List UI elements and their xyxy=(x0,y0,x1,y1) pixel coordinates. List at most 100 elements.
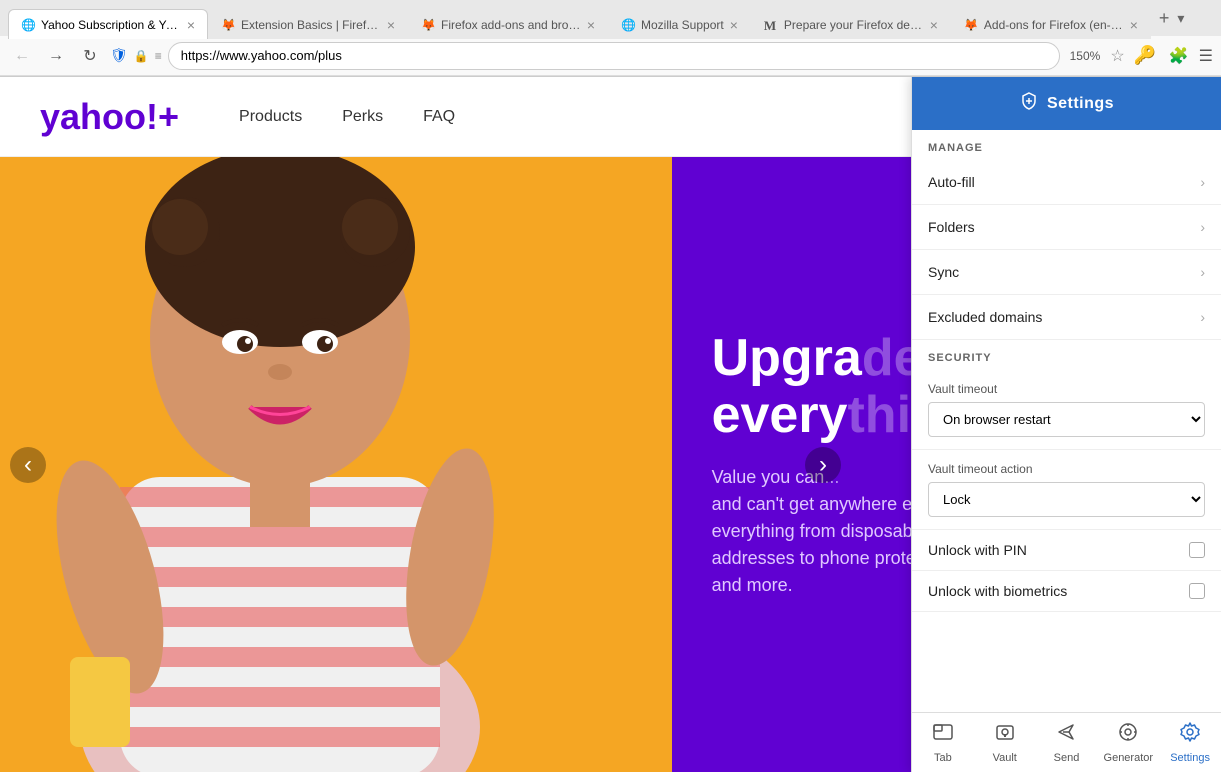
bottom-nav-send-label: Send xyxy=(1054,752,1080,764)
reader-icon: ≡ xyxy=(155,49,162,63)
tab-6-label: Add-ons for Firefox (en-GB) xyxy=(984,18,1124,32)
folders-label: Folders xyxy=(928,219,1200,235)
address-bar: ← → ↻ 🛡 🔒 ≡ 150% ☆ 🔑 🧩 ☰ xyxy=(0,36,1221,76)
nav-faq[interactable]: FAQ xyxy=(423,108,455,126)
lock-icon: 🔒 xyxy=(134,49,149,63)
excluded-domains-item[interactable]: Excluded domains › xyxy=(912,295,1221,340)
tab-3-close[interactable]: × xyxy=(587,17,595,33)
tab-2[interactable]: 🦊 Extension Basics | Firefox Ex... × xyxy=(208,9,408,39)
tab-4-close[interactable]: × xyxy=(730,17,738,33)
browser-chrome: 🌐 Yahoo Subscription & Yaho... × 🦊 Exten… xyxy=(0,0,1221,77)
tab-icon xyxy=(932,721,954,749)
hero-person-image xyxy=(0,157,672,772)
yahoo-logo: yahoo!+ xyxy=(40,96,179,138)
tab-4[interactable]: 🌐 Mozilla Support × xyxy=(608,9,751,39)
unlock-pin-item: Unlock with PIN xyxy=(912,530,1221,571)
tab-5-close[interactable]: × xyxy=(930,17,938,33)
security-shield-icon: 🛡 xyxy=(110,47,128,64)
bottom-nav-generator[interactable]: Generator xyxy=(1097,713,1159,772)
tab-1[interactable]: 🌐 Yahoo Subscription & Yaho... × xyxy=(8,9,208,39)
vault-icon xyxy=(994,721,1016,749)
bottom-nav-tab-label: Tab xyxy=(934,752,952,764)
bottom-nav-tab[interactable]: Tab xyxy=(912,713,974,772)
unlock-pin-checkbox[interactable] xyxy=(1189,542,1205,558)
tab-1-label: Yahoo Subscription & Yaho... xyxy=(41,18,181,32)
autofill-chevron-icon: › xyxy=(1200,174,1205,190)
folders-chevron-icon: › xyxy=(1200,219,1205,235)
nav-perks[interactable]: Perks xyxy=(342,108,383,126)
tab-4-favicon: 🌐 xyxy=(621,18,635,32)
tab-5-label: Prepare your Firefox desktop... xyxy=(784,18,924,32)
vault-timeout-select[interactable]: On browser restart Immediately 1 minute … xyxy=(928,402,1205,437)
unlock-pin-label: Unlock with PIN xyxy=(928,542,1189,558)
yahoo-logo-text: yahoo! xyxy=(40,96,158,137)
folders-item[interactable]: Folders › xyxy=(912,205,1221,250)
tab-3-favicon: 🦊 xyxy=(421,18,435,32)
zoom-level: 150% xyxy=(1066,49,1105,63)
manage-section-label: MANAGE xyxy=(912,130,1221,160)
settings-header: Settings xyxy=(912,77,1221,130)
settings-title-text: Settings xyxy=(1047,95,1114,113)
bottom-nav-vault[interactable]: Vault xyxy=(974,713,1036,772)
tab-1-favicon: 🌐 xyxy=(21,18,35,32)
tab-2-close[interactable]: × xyxy=(387,17,395,33)
bitwarden-extension-icon[interactable]: 🔑 xyxy=(1131,42,1159,70)
send-icon xyxy=(1055,721,1077,749)
security-section-label: SECURITY xyxy=(912,340,1221,370)
yahoo-plus-text: + xyxy=(158,96,179,137)
prev-slide-button[interactable]: ‹ xyxy=(10,447,46,483)
autofill-label: Auto-fill xyxy=(928,174,1200,190)
tab-3[interactable]: 🦊 Firefox add-ons and browser... × xyxy=(408,9,608,39)
bottom-nav-settings[interactable]: Settings xyxy=(1159,713,1221,772)
forward-button[interactable]: → xyxy=(42,42,70,70)
vault-timeout-label: Vault timeout xyxy=(928,382,1205,396)
tab-6[interactable]: 🦊 Add-ons for Firefox (en-GB) × xyxy=(951,9,1151,39)
yahoo-nav-links: Products Perks FAQ xyxy=(239,108,455,126)
new-tab-button[interactable]: + xyxy=(1155,8,1174,29)
back-button[interactable]: ← xyxy=(8,42,36,70)
sync-label: Sync xyxy=(928,264,1200,280)
bitwarden-logo-icon xyxy=(1019,91,1039,111)
bottom-nav-send[interactable]: Send xyxy=(1036,713,1098,772)
tab-5-favicon: M xyxy=(764,18,778,32)
address-input[interactable] xyxy=(168,42,1060,70)
generator-icon xyxy=(1117,721,1139,749)
settings-body: MANAGE Auto-fill › Folders › Sync › Excl… xyxy=(912,130,1221,712)
unlock-biometrics-item: Unlock with biometrics xyxy=(912,571,1221,612)
excluded-domains-chevron-icon: › xyxy=(1200,309,1205,325)
bottom-nav-settings-label: Settings xyxy=(1170,752,1210,764)
tab-2-favicon: 🦊 xyxy=(221,18,235,32)
tab-3-label: Firefox add-ons and browser... xyxy=(441,18,581,32)
bookmark-button[interactable]: ☆ xyxy=(1110,46,1124,66)
tab-1-close[interactable]: × xyxy=(187,17,195,33)
browser-menu-button[interactable]: ☰ xyxy=(1199,46,1213,66)
tab-6-close[interactable]: × xyxy=(1130,17,1138,33)
settings-header-icon xyxy=(1019,91,1039,116)
bottom-nav-generator-label: Generator xyxy=(1104,752,1154,764)
vault-timeout-action-select[interactable]: Lock Log out xyxy=(928,482,1205,517)
vault-timeout-section: Vault timeout On browser restart Immedia… xyxy=(912,370,1221,450)
vault-timeout-action-section: Vault timeout action Lock Log out xyxy=(912,450,1221,530)
nav-products[interactable]: Products xyxy=(239,108,302,126)
bottom-nav: Tab Vault xyxy=(912,712,1221,772)
autofill-item[interactable]: Auto-fill › xyxy=(912,160,1221,205)
tab-overflow-button[interactable]: ▾ xyxy=(1173,10,1188,27)
hero-person-svg xyxy=(0,157,680,772)
unlock-biometrics-checkbox[interactable] xyxy=(1189,583,1205,599)
unlock-biometrics-label: Unlock with biometrics xyxy=(928,583,1189,599)
sync-chevron-icon: › xyxy=(1200,264,1205,280)
refresh-button[interactable]: ↻ xyxy=(76,42,104,70)
next-slide-button[interactable]: › xyxy=(805,447,841,483)
tab-2-label: Extension Basics | Firefox Ex... xyxy=(241,18,381,32)
tab-5[interactable]: M Prepare your Firefox desktop... × xyxy=(751,9,951,39)
settings-gear-icon xyxy=(1179,721,1201,749)
tab-4-label: Mozilla Support xyxy=(641,18,724,32)
sync-item[interactable]: Sync › xyxy=(912,250,1221,295)
tab-bar: 🌐 Yahoo Subscription & Yaho... × 🦊 Exten… xyxy=(0,0,1221,36)
tab-6-favicon: 🦊 xyxy=(964,18,978,32)
bottom-nav-vault-label: Vault xyxy=(993,752,1017,764)
vault-timeout-action-label: Vault timeout action xyxy=(928,462,1205,476)
excluded-domains-label: Excluded domains xyxy=(928,309,1200,325)
page-content: yahoo!+ Products Perks FAQ xyxy=(0,77,1221,772)
extensions-button[interactable]: 🧩 xyxy=(1165,42,1193,70)
